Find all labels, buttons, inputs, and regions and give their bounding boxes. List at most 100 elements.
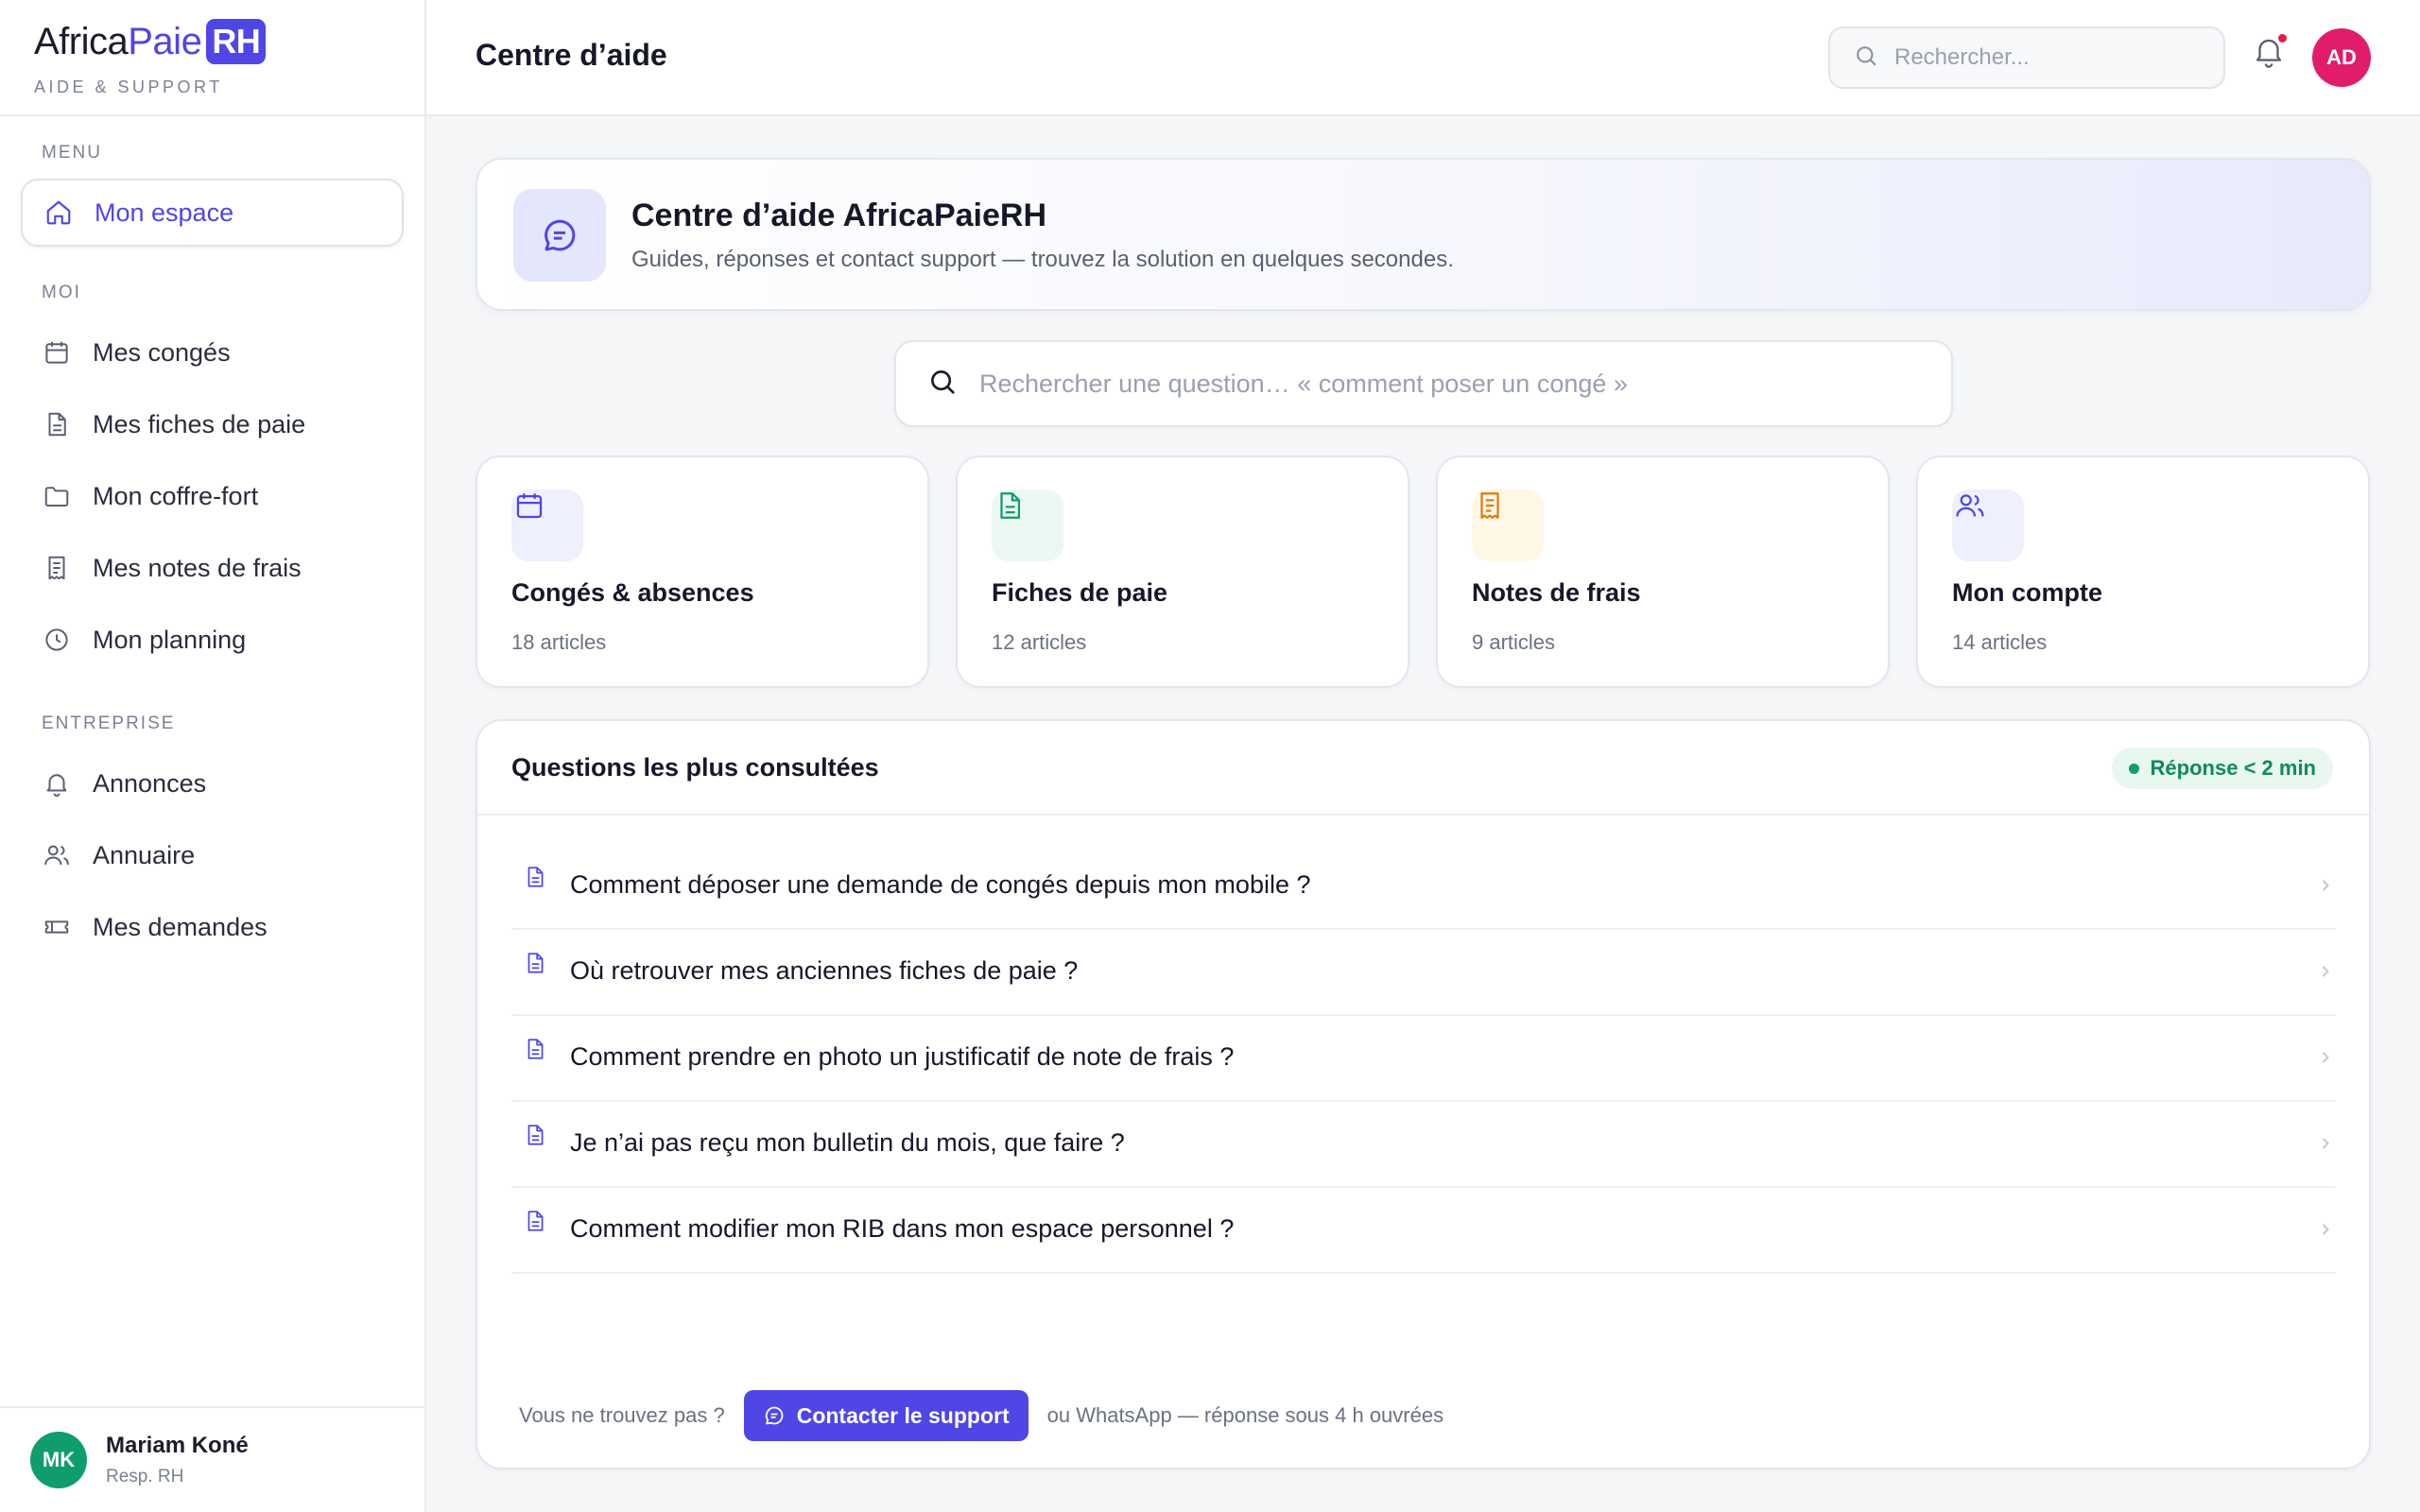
chevron-right-icon: [2322, 880, 2329, 891]
category-count: 14 articles: [1952, 630, 2048, 654]
notification-dot: [2278, 34, 2287, 43]
faq-footer: Vous ne trouvez pas ? Contacter le suppo…: [519, 1390, 1443, 1441]
avatar: MK: [30, 1432, 87, 1488]
ticket-icon: [42, 912, 72, 942]
document-icon: [527, 867, 544, 887]
hero-banner: Centre d’aide AfricaPaieRH Guides, répon…: [475, 158, 2371, 311]
faq-panel: Questions les plus consultées Réponse < …: [475, 719, 2371, 1469]
category-title: Notes de frais: [1472, 578, 1641, 607]
sidebar-item-mon-planning[interactable]: Mon planning: [21, 606, 404, 674]
search-icon: [926, 366, 959, 403]
nav-section-menu: MENU: [42, 143, 102, 163]
faq-question-text: Je n’ai pas reçu mon bulletin du mois, q…: [570, 1128, 1125, 1157]
sidebar-item-mes-demandes[interactable]: Mes demandes: [21, 893, 404, 961]
nav-section-moi: MOI: [42, 283, 81, 302]
chevron-right-icon: [2322, 1138, 2329, 1149]
sidebar-item-mon-coffre-fort[interactable]: Mon coffre-fort: [21, 462, 404, 530]
nav-section-entreprise: ENTREPRISE: [42, 713, 176, 733]
clock-icon: [42, 625, 72, 655]
brand: Africa Paie RH AIDE & SUPPORT: [0, 0, 424, 116]
sidebar-item-mon-espace[interactable]: Mon espace: [21, 179, 404, 247]
folder-icon: [42, 481, 72, 511]
search-input[interactable]: Rechercher...: [1828, 26, 2225, 89]
chevron-right-icon: [2322, 1052, 2329, 1063]
faq-header: Questions les plus consultées Réponse < …: [477, 721, 2369, 816]
sidebar-item-mes-fiches-de-paie[interactable]: Mes fiches de paie: [21, 390, 404, 458]
search-icon: [1853, 43, 1879, 74]
sidebar-nav: MENU Mon espace MOI Mes congés Mes fiche…: [0, 116, 424, 961]
receipt-icon: [1480, 492, 1499, 519]
category-icon-bg: [1952, 490, 2024, 561]
sidebar-item-label: Mes congés: [93, 337, 231, 367]
category-title: Mon compte: [1952, 578, 2102, 607]
sidebar-user[interactable]: MK Mariam Koné Resp. RH: [0, 1406, 424, 1512]
help-search-input[interactable]: Rechercher une question… « comment poser…: [894, 340, 1953, 427]
hero-subtitle: Guides, réponses et contact support — tr…: [631, 247, 1454, 272]
category-card-fiches-de-paie[interactable]: Fiches de paie 12 articles: [956, 455, 1409, 688]
chevron-right-icon: [2322, 966, 2329, 977]
sidebar-item-mes-conges[interactable]: Mes congés: [21, 318, 404, 387]
faq-question-text: Où retrouver mes anciennes fiches de pai…: [570, 956, 1079, 985]
app-root: Africa Paie RH AIDE & SUPPORT MENU Mon esp…: [0, 0, 2420, 1512]
category-card-conges[interactable]: Congés & absences 18 articles: [475, 455, 929, 688]
user-role: Resp. RH: [106, 1467, 184, 1486]
faq-question-text: Comment déposer une demande de congés de…: [570, 870, 1311, 899]
logo-text-africa: Africa: [34, 20, 129, 62]
faq-question-text: Comment modifier mon RIB dans mon espace…: [570, 1214, 1235, 1243]
sidebar-item-annonces[interactable]: Annonces: [21, 749, 404, 817]
faq-question-row[interactable]: Comment déposer une demande de congés de…: [511, 844, 2336, 930]
logo-text-paie: Paie: [128, 20, 202, 62]
home-icon: [43, 198, 74, 228]
sidebar-item-label: Mon planning: [93, 625, 247, 654]
hero-title: Centre d’aide AfricaPaieRH: [631, 198, 1046, 233]
faq-title: Questions les plus consultées: [511, 753, 879, 782]
logo[interactable]: Africa Paie RH: [34, 17, 390, 66]
brand-tagline: AIDE & SUPPORT: [34, 77, 223, 96]
status-dot: [2128, 763, 2139, 774]
category-cards: Congés & absences 18 articles Fiches de …: [475, 455, 2371, 688]
chat-icon: [513, 189, 606, 282]
faq-question-text: Comment prendre en photo un justificatif…: [570, 1042, 1235, 1071]
category-title: Congés & absences: [511, 578, 754, 607]
bell-icon: [2251, 39, 2287, 74]
category-icon-bg: [992, 490, 1063, 561]
faq-question-row[interactable]: Je n’ai pas reçu mon bulletin du mois, q…: [511, 1102, 2336, 1188]
document-icon: [42, 409, 72, 439]
avatar[interactable]: AD: [2312, 28, 2371, 87]
sidebar-item-mes-notes-de-frais[interactable]: Mes notes de frais: [21, 534, 404, 602]
logo-text-rh: RH: [206, 19, 267, 64]
document-icon: [527, 1125, 544, 1145]
topbar: Centre d’aide Rechercher... AD: [426, 0, 2420, 116]
contact-support-button[interactable]: Contacter le support: [743, 1390, 1028, 1441]
faq-question-row[interactable]: Où retrouver mes anciennes fiches de pai…: [511, 930, 2336, 1016]
search-placeholder: Rechercher...: [1894, 44, 2030, 70]
help-search-placeholder: Rechercher une question… « comment poser…: [979, 369, 1628, 398]
sidebar-item-label: Mes notes de frais: [93, 553, 302, 582]
document-icon: [1000, 492, 1021, 519]
users-icon: [1956, 494, 1984, 517]
sidebar: Africa Paie RH AIDE & SUPPORT MENU Mon esp…: [0, 0, 426, 1512]
receipt-icon: [42, 553, 72, 583]
sidebar-item-label: Mes demandes: [93, 912, 268, 941]
sidebar-item-annuaire[interactable]: Annuaire: [21, 821, 404, 889]
sidebar-item-label: Annonces: [93, 768, 207, 798]
category-count: 12 articles: [992, 630, 1087, 654]
category-card-notes-de-frais[interactable]: Notes de frais 9 articles: [1436, 455, 1890, 688]
bell-icon: [42, 768, 72, 799]
category-count: 9 articles: [1472, 630, 1556, 654]
document-icon: [527, 1039, 544, 1059]
faq-question-row[interactable]: Comment prendre en photo un justificatif…: [511, 1016, 2336, 1102]
category-icon-bg: [511, 490, 583, 561]
sidebar-item-label: Mon coffre-fort: [93, 481, 259, 510]
category-title: Fiches de paie: [992, 578, 1168, 607]
status-badge: Réponse < 2 min: [2111, 747, 2333, 789]
category-count: 18 articles: [511, 630, 607, 654]
footer-prompt: Vous ne trouvez pas ?: [519, 1403, 725, 1427]
category-card-mon-compte[interactable]: Mon compte 14 articles: [1916, 455, 2370, 688]
notifications-button[interactable]: [2251, 32, 2289, 74]
page-title: Centre d’aide: [475, 38, 667, 72]
faq-question-row[interactable]: Comment modifier mon RIB dans mon espace…: [511, 1188, 2336, 1274]
contact-support-label: Contacter le support: [796, 1402, 1010, 1428]
document-icon: [527, 1211, 544, 1231]
footer-whatsapp-note: ou WhatsApp — réponse sous 4 h ouvrées: [1046, 1403, 1444, 1427]
